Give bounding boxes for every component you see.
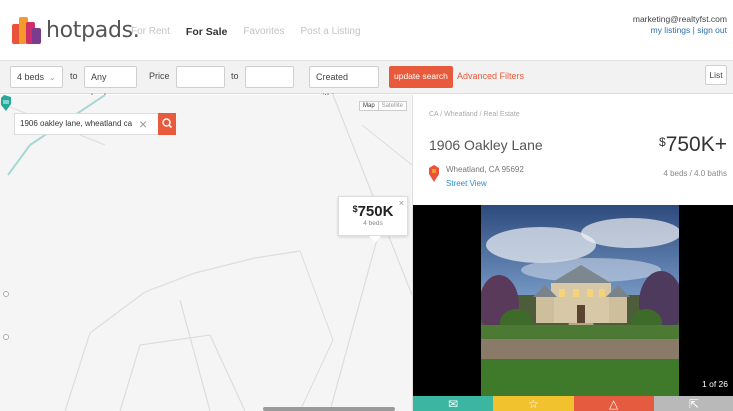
search-icon	[162, 118, 173, 129]
nav-for-sale[interactable]: For Sale	[186, 26, 227, 38]
logo-text: hotpads.	[46, 17, 140, 43]
created-within-select[interactable]: Created within⌄	[309, 66, 379, 102]
star-icon: ☆	[527, 397, 539, 411]
house-photo	[481, 205, 679, 396]
site-header: hotpads. For Rent For Sale Favorites Pos…	[0, 0, 733, 60]
beds-min-value: 4 beds	[17, 72, 45, 82]
map-type-toggle: Map Satellite	[359, 101, 408, 111]
listing-panel: CA / Wheatland / Real Estate 1906 Oakley…	[412, 95, 733, 411]
map-control-dot[interactable]	[3, 334, 9, 340]
map-search-input[interactable]: 1906 oakley lane, wheatland ca ×	[14, 113, 176, 135]
update-search-button[interactable]: update search	[389, 66, 453, 88]
share-icon: ⇱	[688, 397, 699, 411]
map-roads	[0, 95, 412, 411]
map-toggle-satellite[interactable]: Satellite	[379, 102, 406, 110]
price-popup[interactable]: × $750K 4 beds	[338, 196, 408, 236]
close-icon[interactable]: ×	[399, 198, 404, 208]
account-info: marketing@realtyfst.com my listings | si…	[633, 14, 727, 36]
price-min-input[interactable]	[176, 66, 225, 88]
popup-pointer	[369, 236, 381, 243]
price-max-input[interactable]	[245, 66, 294, 88]
popup-currency: $	[352, 204, 358, 214]
breadcrumb[interactable]: CA / Wheatland / Real Estate	[429, 111, 520, 118]
popup-beds: 4 beds	[363, 220, 383, 227]
main-nav: For Rent For Sale Favorites Post a Listi…	[131, 26, 361, 38]
map-search-value: 1906 oakley lane, wheatland ca	[20, 119, 133, 128]
listing-address: 1906 Oakley Lane	[429, 137, 543, 153]
listing-photo[interactable]: 1 of 26	[413, 205, 733, 396]
to-label: to	[70, 71, 78, 81]
listing-actions: ✉ ☆ △ ⇱	[413, 396, 733, 411]
search-button[interactable]	[158, 113, 176, 135]
popup-price-value: 750K	[357, 203, 394, 220]
mail-icon: ✉	[448, 397, 459, 411]
report-button[interactable]: △	[573, 396, 654, 411]
hotpads-logo[interactable]: hotpads.	[12, 14, 140, 46]
map-toggle-map[interactable]: Map	[360, 102, 379, 110]
map-pin-icon[interactable]	[0, 95, 12, 111]
location-marker-icon	[429, 165, 439, 182]
account-email: marketing@realtyfst.com	[632, 14, 727, 24]
map-scrollbar[interactable]	[263, 407, 395, 411]
popup-price: $750K	[339, 203, 407, 220]
nav-for-rent[interactable]: For Rent	[131, 26, 170, 38]
nav-post-listing[interactable]: Post a Listing	[300, 26, 360, 38]
photo-counter: 1 of 26	[702, 379, 728, 389]
logo-buildings-icon	[12, 14, 42, 46]
advanced-filters-link[interactable]: Advanced Filters	[457, 66, 524, 88]
map-view[interactable]: 1906 oakley lane, wheatland ca × Map Sat…	[0, 95, 412, 411]
listing-price: $750K+	[659, 133, 727, 157]
chevron-down-icon: ⌄	[49, 73, 56, 82]
street-view-link[interactable]: Street View	[446, 179, 487, 188]
share-button[interactable]: ⇱	[653, 396, 733, 411]
list-view-button[interactable]: List	[705, 65, 727, 85]
listing-beds-baths: 4 beds / 4.0 baths	[663, 169, 727, 178]
listing-currency: $	[659, 135, 666, 149]
nav-favorites[interactable]: Favorites	[243, 26, 284, 38]
warning-icon: △	[609, 397, 619, 411]
contact-button[interactable]: ✉	[413, 396, 494, 411]
filter-bar: 4 beds ⌄ to Any beds⌄ Price to Created wi…	[0, 60, 733, 102]
beds-min-select[interactable]: 4 beds ⌄	[10, 66, 63, 88]
price-label: Price	[149, 71, 170, 81]
map-control-dot[interactable]	[3, 291, 9, 297]
account-links[interactable]: my listings | sign out	[633, 25, 727, 36]
favorite-button[interactable]: ☆	[493, 396, 574, 411]
beds-max-select[interactable]: Any beds⌄	[84, 66, 137, 102]
to-label: to	[231, 71, 239, 81]
listing-price-value: 750K+	[665, 133, 727, 156]
close-icon[interactable]: ×	[139, 114, 147, 134]
listing-city: Wheatland, CA 95692	[446, 165, 524, 174]
